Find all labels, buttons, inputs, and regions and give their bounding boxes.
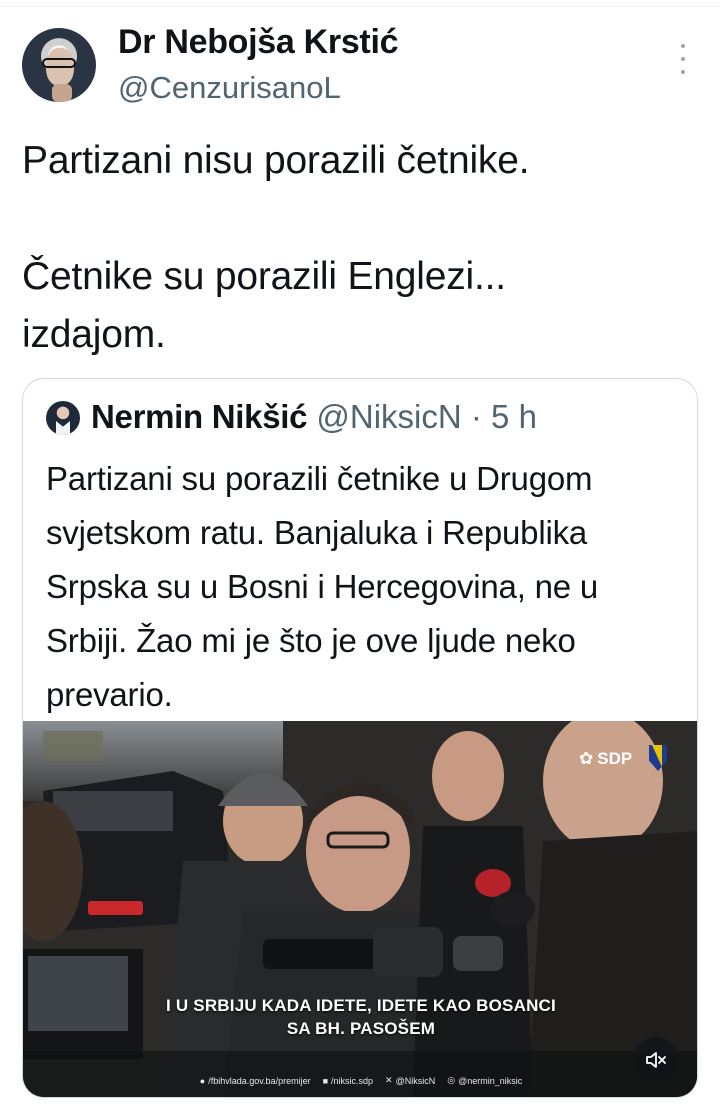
video-player[interactable]: ✿ SDP I U SRBIJU KADA IDETE, IDETE KAO B…	[23, 721, 697, 1097]
more-options-button[interactable]	[670, 44, 696, 74]
video-subtitle-line-1: I U SRBIJU KADA IDETE, IDETE KAO BOSANCI	[166, 996, 556, 1015]
quoted-tweet-text: Partizani su porazili četnike u Drugom s…	[46, 460, 599, 713]
author-name[interactable]: Dr Nebojša Krstić	[118, 22, 399, 62]
rose-icon: ✿	[579, 749, 594, 768]
social-item-facebook: ■ /niksic.sdp	[322, 1075, 374, 1086]
author-handle[interactable]: @CenzurisanoL	[118, 68, 341, 108]
quoted-author-name[interactable]: Nermin Nikšić	[91, 398, 308, 435]
social-item-x: ✕ @NiksicN	[385, 1075, 436, 1086]
quoted-author-avatar[interactable]	[46, 401, 80, 435]
header-separator: ·	[470, 398, 482, 435]
social-item-web: ● /fbihvlada.gov.ba/premijer	[199, 1075, 311, 1086]
author-avatar[interactable]	[22, 28, 96, 102]
social-links-overlay: ● /fbihvlada.gov.ba/premijer ■ /niksic.s…	[23, 1075, 697, 1086]
facebook-icon: ■	[322, 1075, 329, 1086]
quoted-tweet-header: Nermin Nikšić @NiksicN · 5 h	[91, 396, 537, 438]
video-frame	[23, 721, 697, 1097]
avatar-hand	[52, 84, 72, 102]
more-icon	[681, 44, 685, 48]
top-divider	[0, 6, 720, 7]
quoted-tweet-card[interactable]: Nermin Nikšić @NiksicN · 5 h Partizani s…	[22, 378, 698, 1098]
tweet-text: Partizani nisu porazili četnike. Četnike…	[22, 139, 530, 356]
x-icon: ✕	[385, 1075, 393, 1085]
quoted-tweet-time[interactable]: 5 h	[491, 398, 537, 435]
sdp-logo: ✿ SDP	[579, 749, 633, 768]
social-item-instagram: ◎ @nermin_niksic	[447, 1075, 523, 1086]
quoted-author-handle[interactable]: @NiksicN	[316, 398, 461, 435]
speaker-mute-icon	[646, 1052, 666, 1068]
avatar-glasses	[42, 58, 76, 68]
video-subtitle-line-2: SA BH. PASOŠEM	[286, 1019, 436, 1038]
mute-button[interactable]	[633, 1037, 679, 1083]
globe-icon: ●	[199, 1075, 206, 1086]
instagram-icon: ◎	[447, 1075, 456, 1085]
